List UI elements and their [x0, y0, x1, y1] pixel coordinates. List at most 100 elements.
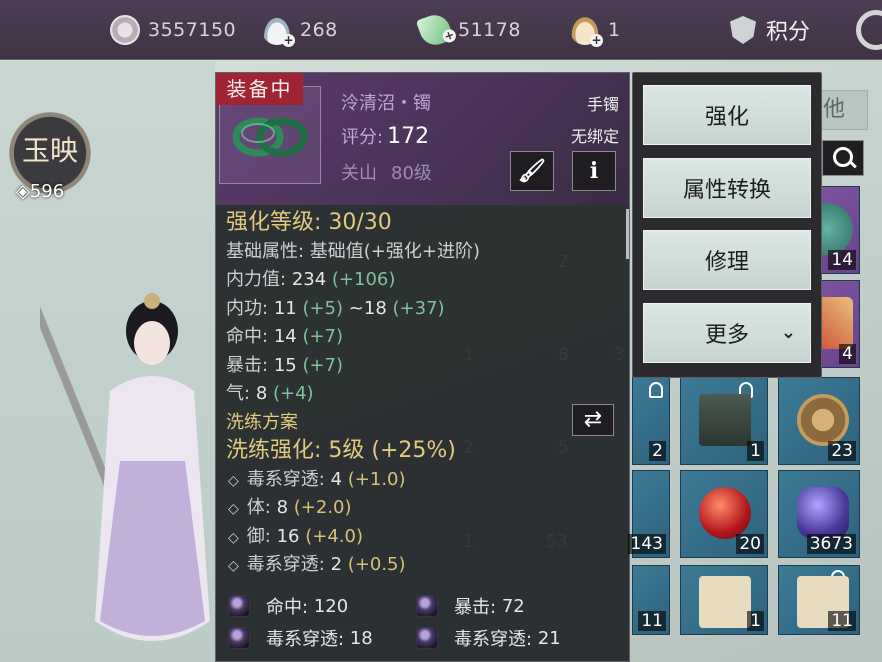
bg-count: 8	[558, 345, 569, 365]
power-value: ◈596	[16, 181, 65, 202]
diamond-icon: ◇	[228, 472, 239, 489]
item-count: 1	[747, 611, 764, 631]
diamond-icon: ◇	[228, 529, 239, 546]
currency-bar: 3557150 + 268 + 51178 + 1 积分	[0, 0, 882, 60]
item-count: 2	[649, 441, 666, 461]
gem-slot: 命中: 120	[228, 593, 348, 619]
shield-icon	[730, 16, 756, 44]
currency-silver[interactable]: + 268	[262, 14, 338, 47]
repair-button[interactable]: 修理	[643, 230, 811, 290]
refine-line: ◇ 毒系穿透: 2 (+0.5)	[228, 554, 406, 575]
item-count: 143	[627, 534, 666, 554]
binding-status: 无绑定	[570, 127, 619, 146]
filter-tab-other[interactable]: 他	[820, 90, 868, 130]
brush-icon[interactable]: 🖌	[510, 151, 554, 191]
stat-line: 内功: 11 (+5) ~18 (+37)	[226, 297, 445, 319]
gem-slot: 毒系穿透: 18	[228, 625, 373, 651]
bg-count: 2	[463, 438, 474, 458]
cauldron-icon	[699, 394, 751, 446]
inventory-slot[interactable]: 11	[632, 565, 670, 635]
plus-icon[interactable]: +	[441, 27, 458, 45]
red-orb-icon	[699, 487, 751, 539]
action-menu: 强化 属性转换 修理 更多 ⌄	[632, 72, 822, 378]
convert-attr-button[interactable]: 属性转换	[643, 157, 811, 218]
bg-count: 5	[558, 438, 569, 458]
scroll-icon	[699, 576, 751, 628]
bg-count: 3	[614, 345, 625, 365]
gem-icon	[228, 595, 250, 617]
equipped-badge: 装备中	[216, 73, 303, 105]
diamond-icon: ◇	[228, 558, 239, 574]
item-score: 评分: 172	[341, 124, 430, 149]
more-button[interactable]: 更多 ⌄	[643, 302, 811, 363]
tooltip-scrollbar[interactable]	[626, 209, 629, 259]
stat-line: 气: 8 (+4)	[226, 383, 314, 404]
emblem-text: 玉映	[22, 134, 79, 167]
search-icon[interactable]	[822, 140, 864, 176]
item-name: 泠清沼・镯	[341, 93, 431, 114]
item-count: 11	[638, 611, 666, 631]
currency-value: 3557150	[148, 19, 237, 41]
crystal-icon	[797, 487, 849, 539]
bg-count: 53	[546, 532, 568, 552]
plus-icon[interactable]: +	[282, 34, 295, 47]
bg-count: 2	[558, 252, 569, 272]
item-count: 23	[828, 441, 856, 461]
bg-count: 1	[463, 345, 474, 365]
jade-bracelet-icon	[232, 117, 308, 157]
inventory-slot[interactable]: 143	[627, 470, 670, 558]
silver-bowl-icon: +	[262, 15, 295, 47]
item-tooltip: 装备中 泠清沼・镯 手镯 评分: 172 无绑定 关山 80级 🖌 i 强化等级: …	[215, 72, 630, 662]
cake-icon: +	[570, 15, 603, 47]
currency-value: 51178	[458, 19, 521, 41]
inventory-slot[interactable]: 1	[680, 377, 768, 465]
gem-icon	[416, 627, 438, 649]
character-model[interactable]	[40, 261, 210, 661]
currency-jade[interactable]: + 51178	[415, 10, 521, 50]
item-count: 3673	[806, 534, 856, 554]
character-panel: 玉映 ◈596	[0, 61, 215, 662]
gem-icon	[228, 627, 250, 649]
inventory-slot[interactable]: 2	[632, 377, 670, 465]
chevron-down-icon: ⌄	[780, 321, 796, 343]
score-label: 积分	[766, 20, 811, 45]
refresh-icon[interactable]: ⇄	[572, 404, 614, 436]
item-count: 14	[828, 250, 856, 270]
item-header: 装备中 泠清沼・镯 手镯 评分: 172 无绑定 关山 80级 🖌 i	[216, 73, 629, 205]
gem-icon	[416, 595, 438, 617]
gem-row: 毒系穿透: 18 毒系穿透: 21	[228, 625, 628, 653]
inventory-slot[interactable]: 3673	[778, 470, 860, 558]
inventory-slot[interactable]: 1	[680, 565, 768, 635]
inventory-slot[interactable]: 23	[778, 377, 860, 465]
item-count: 20	[736, 534, 764, 554]
bg-count: 1	[463, 532, 474, 552]
gem-slot: 暴击: 72	[416, 593, 525, 619]
currency-coins[interactable]: 3557150	[110, 14, 236, 46]
refine-line: ◇ 毒系穿透: 4 (+1.0)	[228, 468, 406, 490]
item-requirement: 关山 80级	[341, 163, 432, 184]
currency-value: 1	[608, 19, 621, 41]
inventory-slot[interactable]: 20	[680, 470, 768, 558]
diamond-icon: ◇	[228, 501, 239, 517]
compass-icon	[797, 394, 849, 446]
enhance-button[interactable]: 强化	[643, 85, 811, 145]
menu-ring-icon[interactable]	[856, 10, 882, 50]
item-count: 11	[828, 611, 856, 631]
currency-cake[interactable]: + 1	[570, 14, 621, 47]
lock-icon	[649, 382, 663, 398]
info-icon[interactable]: i	[572, 151, 616, 191]
gem-slot: 毒系穿透: 21	[416, 625, 561, 651]
gem-row: 命中: 120 暴击: 72	[228, 593, 628, 621]
currency-value: 268	[300, 19, 338, 41]
jade-leaf-icon: +	[415, 10, 458, 50]
refine-line: ◇ 体: 8 (+2.0)	[228, 497, 352, 518]
inventory-slot[interactable]: 11	[778, 565, 860, 635]
plus-icon[interactable]: +	[590, 34, 603, 47]
score-button[interactable]: 积分	[730, 14, 810, 46]
enhance-level: 强化等级: 30/30	[226, 210, 392, 235]
film-reel-icon	[110, 15, 140, 45]
item-slot: 手镯	[586, 95, 619, 114]
item-count: 1	[747, 441, 764, 461]
item-count: 4	[839, 344, 856, 364]
refine-title: 洗练方案	[226, 411, 298, 433]
